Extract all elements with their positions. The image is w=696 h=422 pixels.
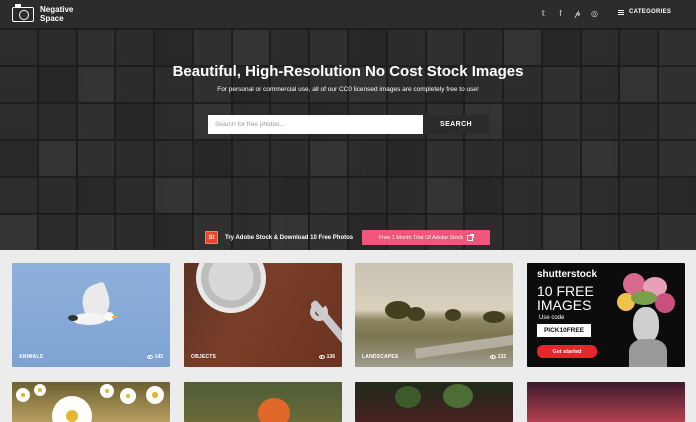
photo-card-flower[interactable] [184, 382, 342, 422]
category-card-objects[interactable]: OBJECTS 136 [184, 263, 342, 367]
brand-logo[interactable]: Negative Space [12, 3, 73, 23]
ad-headline: 10 FREE IMAGES [537, 284, 594, 312]
photo-card-daisies[interactable] [12, 382, 170, 422]
categories-menu-button[interactable]: CATEGORIES [618, 9, 671, 15]
search-input[interactable] [208, 115, 423, 134]
tree-shape [445, 309, 461, 321]
promo-code-label: Use code [539, 315, 565, 321]
view-count-value: 136 [326, 354, 335, 360]
view-count: 142 [146, 354, 163, 360]
photo-card-plant[interactable] [355, 382, 513, 422]
hero-subline: For personal or commercial use, all of o… [217, 86, 479, 93]
camera-icon [12, 3, 34, 22]
promo-text: Try Adobe Stock & Download 10 Free Photo… [225, 234, 354, 241]
search-form: SEARCH [208, 115, 489, 134]
tree-shape [407, 307, 425, 321]
adobe-trial-button[interactable]: Free 1 Month Trial Of Adobe Stock [362, 230, 490, 245]
social-links: 𝕥 f 𝓹 ◎ [535, 9, 603, 19]
hamburger-menu-icon [618, 9, 624, 15]
tree-shape [483, 311, 505, 323]
view-count: 132 [489, 354, 506, 360]
cup-shape [196, 263, 266, 313]
floral-portrait-image [617, 273, 677, 367]
seagull-beak-shape [112, 316, 118, 318]
card-label: ANIMALS [19, 354, 44, 360]
card-label: LANDSCAPES [362, 354, 399, 360]
search-button[interactable]: SEARCH [423, 115, 489, 134]
ad-headline-line-1: 10 FREE [537, 283, 594, 299]
categories-label: CATEGORIES [629, 9, 672, 15]
promo-code: PICK10FREE [537, 324, 591, 337]
wrench-head-shape [310, 303, 328, 321]
ad-headline-line-2: IMAGES [537, 297, 592, 313]
brand-name: Negative Space [40, 5, 73, 23]
brand-name-line-2: Space [40, 14, 64, 23]
adobe-stock-promo: St Try Adobe Stock & Download 10 Free Ph… [205, 230, 490, 245]
hero-banner: Negative Space 𝕥 f 𝓹 ◎ CATEGORIES Beauti… [0, 0, 696, 250]
eye-icon [146, 355, 153, 359]
hero-headline: Beautiful, High-Resolution No Cost Stock… [172, 63, 524, 80]
category-card-landscapes[interactable]: LANDSCAPES 132 [355, 263, 513, 367]
photo-card-sunset[interactable] [527, 382, 685, 422]
card-label: OBJECTS [191, 354, 217, 360]
brand-name-line-1: Negative [40, 5, 74, 14]
view-count: 136 [318, 354, 335, 360]
eye-icon [318, 355, 325, 359]
category-card-animals[interactable]: ANIMALS 142 [12, 263, 170, 367]
seagull-tail-shape [68, 315, 78, 321]
view-count-value: 132 [497, 354, 506, 360]
external-link-icon [467, 233, 475, 241]
adobe-trial-label: Free 1 Month Trial Of Adobe Stock [378, 234, 464, 241]
top-navigation-bar: Negative Space 𝕥 f 𝓹 ◎ CATEGORIES [0, 0, 696, 28]
shutterstock-logo: shutterstock [537, 269, 598, 280]
view-count-value: 142 [154, 354, 163, 360]
facebook-icon[interactable]: f [552, 9, 569, 19]
shutterstock-ad[interactable]: shutterstock 10 FREE IMAGES Use code PIC… [527, 263, 685, 367]
adobe-stock-logo-icon: St [205, 231, 218, 244]
get-started-button[interactable]: Get started [537, 345, 597, 358]
eye-icon [489, 355, 496, 359]
twitter-icon[interactable]: 𝕥 [535, 9, 552, 19]
pinterest-icon[interactable]: 𝓹 [569, 9, 586, 19]
instagram-icon[interactable]: ◎ [586, 9, 603, 19]
